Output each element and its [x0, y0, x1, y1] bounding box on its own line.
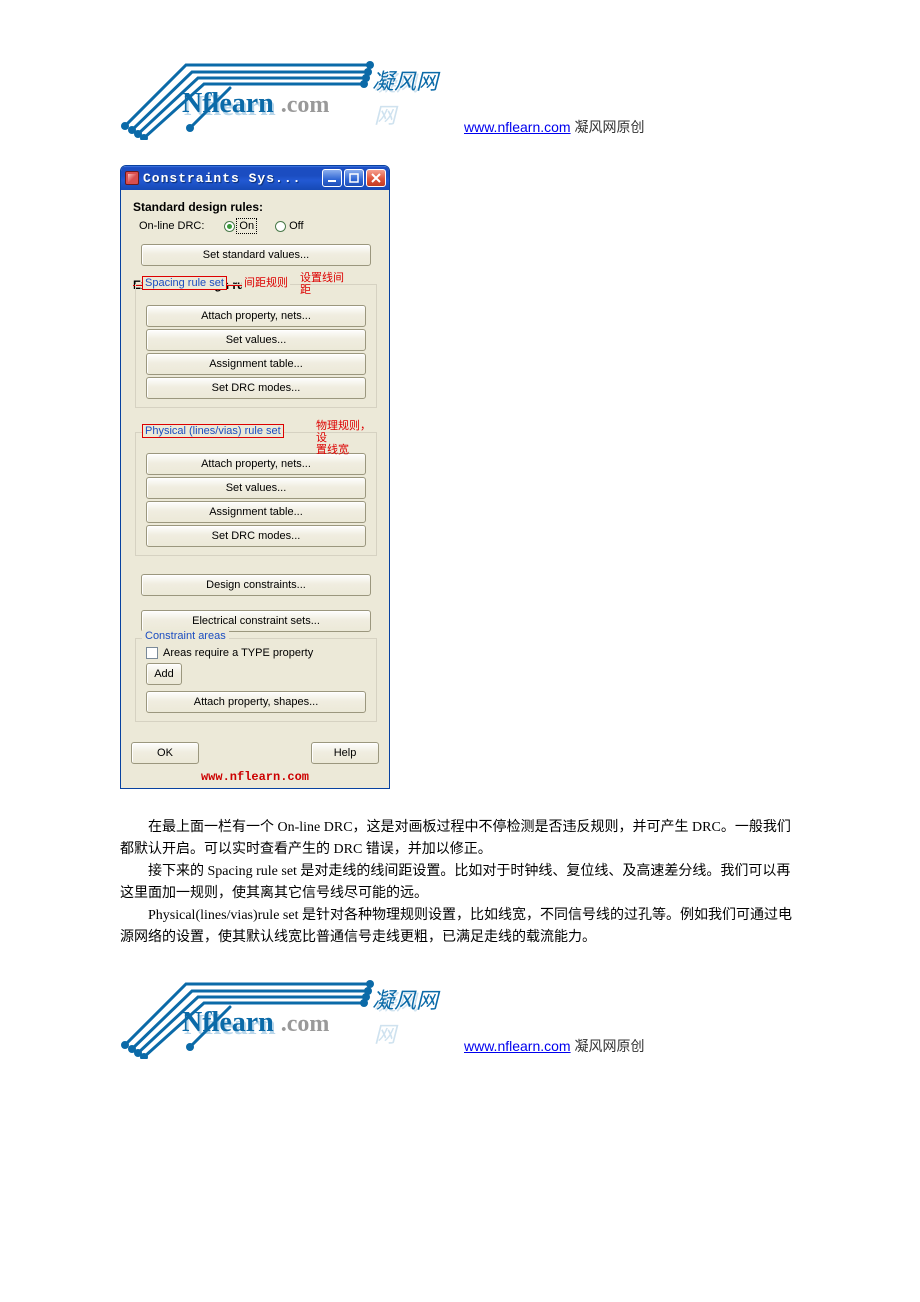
physical-annotation: 物理规则，设置线宽	[316, 420, 376, 456]
footer: 凝风网凝风网 Nflearn Nflearn .com www.nflearn.…	[120, 979, 800, 1064]
radio-off[interactable]: Off	[275, 220, 303, 232]
spacing-legend: Spacing rule set	[142, 276, 227, 290]
spacing-attach-nets-button[interactable]: Attach property, nets...	[146, 305, 366, 327]
spacing-annotation-1: 间距规则	[242, 274, 290, 290]
window-title: Constraints Sys...	[143, 171, 301, 186]
physical-legend: Physical (lines/vias) rule set	[142, 424, 284, 438]
set-standard-values-button[interactable]: Set standard values...	[141, 244, 371, 266]
maximize-button[interactable]	[344, 169, 364, 187]
spacing-set-drc-modes-button[interactable]: Set DRC modes...	[146, 377, 366, 399]
electrical-constraint-sets-button[interactable]: Electrical constraint sets...	[141, 610, 371, 632]
essay-p2: 接下来的 Spacing rule set 是对走线的线间距设置。比如对于时钟线…	[120, 861, 800, 905]
site-link-footer[interactable]: www.nflearn.com	[464, 1038, 571, 1054]
physical-rule-set-group: Physical (lines/vias) rule set 物理规则，设置线宽…	[135, 432, 377, 556]
physical-set-values-button[interactable]: Set values...	[146, 477, 366, 499]
essay-p1: 在最上面一栏有一个 On-line DRC，这是对画板过程中不停检测是否违反规则…	[120, 817, 800, 861]
minimize-button[interactable]	[322, 169, 342, 187]
physical-attach-nets-button[interactable]: Attach property, nets...	[146, 453, 366, 475]
app-icon	[125, 171, 139, 185]
constraints-window: Constraints Sys... Standard design rules…	[120, 165, 390, 789]
attach-shapes-button[interactable]: Attach property, shapes...	[146, 691, 366, 713]
online-drc-label: On-line DRC:	[139, 220, 204, 232]
close-button[interactable]	[366, 169, 386, 187]
spacing-rule-set-group: Spacing rule set 间距规则 设置线间距 Attach prope…	[135, 284, 377, 408]
physical-assignment-table-button[interactable]: Assignment table...	[146, 501, 366, 523]
ok-button[interactable]: OK	[131, 742, 199, 764]
header: 凝风网凝风网 Nflearn Nflearn .com www.nflearn.…	[120, 60, 800, 145]
constraint-areas-legend: Constraint areas	[142, 630, 229, 642]
help-button[interactable]: Help	[311, 742, 379, 764]
add-button[interactable]: Add	[146, 663, 182, 685]
site-link[interactable]: www.nflearn.com	[464, 119, 571, 135]
physical-set-drc-modes-button[interactable]: Set DRC modes...	[146, 525, 366, 547]
spacing-assignment-table-button[interactable]: Assignment table...	[146, 353, 366, 375]
spacing-set-values-button[interactable]: Set values...	[146, 329, 366, 351]
essay-p3: Physical(lines/vias)rule set 是针对各种物理规则设置…	[120, 905, 800, 949]
logo: 凝风网凝风网 Nflearn Nflearn .com	[120, 60, 450, 145]
footer-link-row: www.nflearn.com 凝风网原创	[464, 1036, 644, 1056]
watermark: www.nflearn.com	[121, 768, 389, 788]
design-constraints-button[interactable]: Design constraints...	[141, 574, 371, 596]
areas-require-type-checkbox[interactable]: Areas require a TYPE property	[146, 647, 372, 659]
header-link-row: www.nflearn.com 凝风网原创	[464, 117, 644, 137]
titlebar: Constraints Sys...	[121, 166, 389, 190]
standard-rules-heading: Standard design rules:	[133, 200, 379, 214]
spacing-annotation-2: 设置线间距	[300, 272, 344, 296]
constraint-areas-group: Constraint areas Areas require a TYPE pr…	[135, 638, 377, 722]
essay: 在最上面一栏有一个 On-line DRC，这是对画板过程中不停检测是否违反规则…	[120, 817, 800, 949]
logo-footer: 凝风网凝风网 Nflearn Nflearn .com	[120, 979, 450, 1064]
radio-on[interactable]: On	[224, 220, 255, 232]
